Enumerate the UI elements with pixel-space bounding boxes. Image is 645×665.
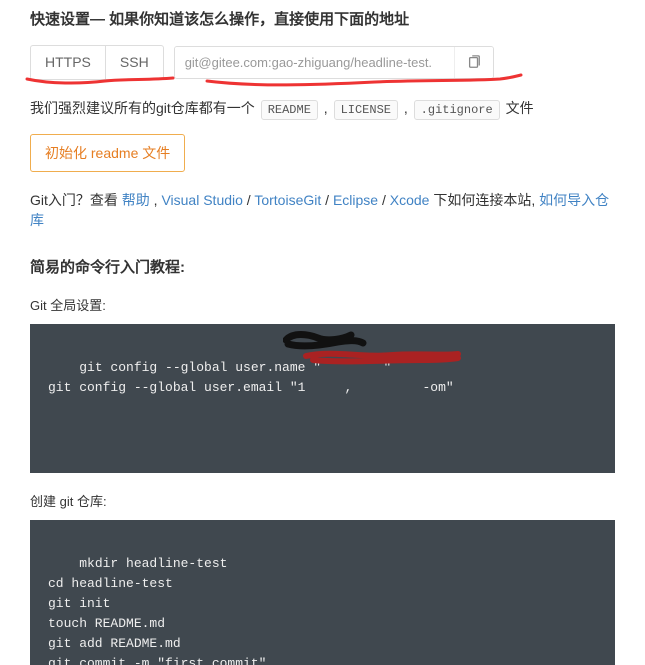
recommend-suffix: 文件 [502,100,534,116]
slash1: / [243,192,254,208]
sep1: , [150,192,162,208]
quick-setup-title: 快速设置— 如果你知道该怎么操作，直接使用下面的地址 [30,8,615,29]
create-repo-label: 创建 git 仓库: [30,491,615,510]
copy-icon [467,55,481,69]
global-settings-code[interactable]: git config --global user.name " " git co… [30,324,615,473]
visual-studio-link[interactable]: Visual Studio [161,192,242,208]
redaction-scribble-1 [283,328,368,350]
slash3: / [378,192,390,208]
create-code-text: mkdir headline-test cd headline-test git… [48,556,563,665]
license-tag: LICENSE [334,100,398,120]
tutorial-title: 简易的命令行入门教程: [30,256,615,277]
annotation-underline-1 [25,75,175,87]
annotation-underline-2 [205,73,525,91]
slash2: / [321,192,333,208]
eclipse-link[interactable]: Eclipse [333,192,378,208]
create-repo-code[interactable]: mkdir headline-test cd headline-test git… [30,520,615,665]
init-readme-button[interactable]: 初始化 readme 文件 [30,134,185,172]
links-mid: 下如何连接本站, [429,192,539,208]
global-settings-label: Git 全局设置: [30,295,615,314]
links-prefix: Git入门？查看 [30,192,122,208]
help-link[interactable]: 帮助 [122,192,150,208]
gitignore-tag: .gitignore [414,100,500,120]
tortoisegit-link[interactable]: TortoiseGit [254,192,321,208]
global-code-text: git config --global user.name " " git co… [48,360,454,395]
help-links-row: Git入门？查看 帮助 , Visual Studio / TortoiseGi… [30,190,615,230]
recommend-prefix: 我们强烈建议所有的git仓库都有一个 [30,100,259,116]
readme-tag: README [261,100,318,120]
recommend-text: 我们强烈建议所有的git仓库都有一个 README , LICENSE , .g… [30,98,615,120]
xcode-link[interactable]: Xcode [390,192,430,208]
